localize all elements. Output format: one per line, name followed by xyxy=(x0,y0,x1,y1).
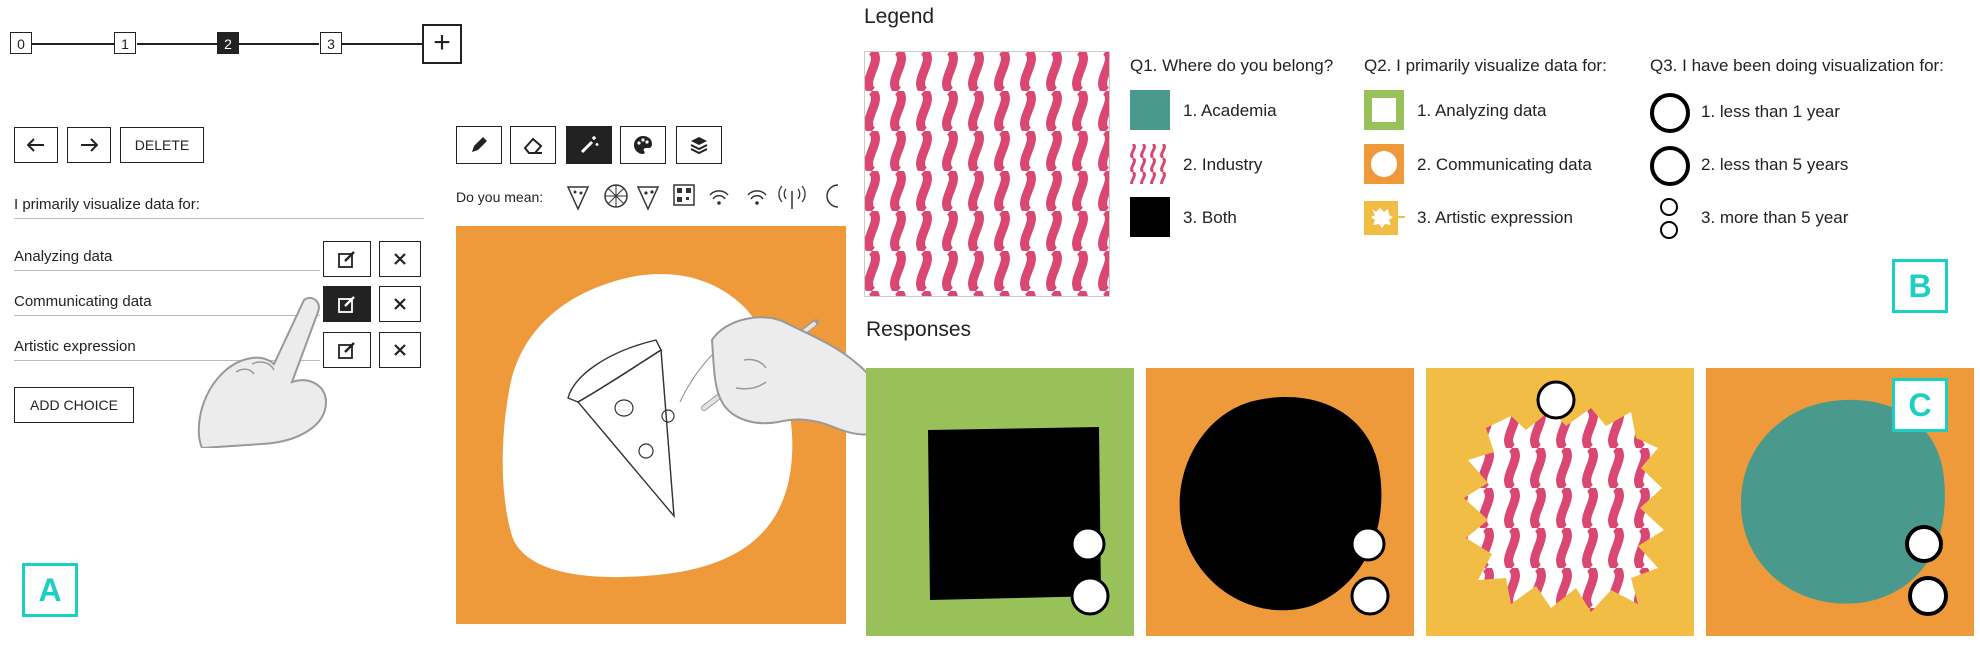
step-connector xyxy=(239,43,319,45)
step-1[interactable]: 1 xyxy=(114,32,136,54)
pizza-slice-suggestion[interactable] xyxy=(566,186,590,211)
add-choice-button[interactable]: ADD CHOICE xyxy=(14,387,134,423)
arrow-right-icon xyxy=(81,138,98,152)
step-connector xyxy=(29,43,115,45)
wifi-suggestion[interactable] xyxy=(709,190,729,205)
q1-title: Q1. Where do you belong? xyxy=(1130,56,1334,75)
academia-swatch xyxy=(1130,90,1170,130)
eraser-icon xyxy=(523,137,543,154)
remove-choice-button[interactable] xyxy=(379,332,421,368)
hand-pointer-icon xyxy=(197,296,328,448)
artistic-swatch xyxy=(1364,201,1405,235)
q2-title: Q2. I primarily visualize data for: xyxy=(1364,56,1607,75)
next-button[interactable] xyxy=(67,127,111,163)
palette-tool[interactable] xyxy=(620,126,666,164)
q3-option: 1. less than 1 year xyxy=(1701,102,1840,121)
arrow-left-icon xyxy=(27,138,44,152)
industry-swatch xyxy=(1130,144,1170,184)
magic-wand-icon xyxy=(580,136,599,154)
pizza-suggestion[interactable] xyxy=(604,184,628,208)
add-step-button[interactable]: + xyxy=(422,24,462,64)
suggestion-strip xyxy=(566,184,839,211)
q1-option: 3. Both xyxy=(1183,208,1237,227)
response-card[interactable] xyxy=(866,368,1134,636)
choice-underline xyxy=(14,270,320,271)
both-swatch xyxy=(1130,197,1170,237)
choice-label: Analyzing data xyxy=(14,248,113,265)
step-3[interactable]: 3 xyxy=(320,32,342,54)
prev-button[interactable] xyxy=(14,127,58,163)
suggest-label: Do you mean: xyxy=(456,189,544,205)
q3-option: 2. less than 5 years xyxy=(1701,155,1849,174)
edit-icon xyxy=(338,251,355,268)
antenna-suggestion[interactable] xyxy=(778,185,806,209)
q2-option: 1. Analyzing data xyxy=(1417,101,1547,120)
q1-option: 2. Industry xyxy=(1183,155,1263,174)
panel-label-a: A xyxy=(22,563,78,617)
qr-code-suggestion[interactable] xyxy=(673,184,695,206)
step-connector xyxy=(137,43,217,45)
eraser-tool[interactable] xyxy=(510,126,556,164)
q3-option: 3. more than 5 year xyxy=(1701,208,1849,227)
q2-option: 3. Artistic expression xyxy=(1417,208,1573,227)
responses-heading: Responses xyxy=(866,318,972,341)
question-underline xyxy=(14,218,424,219)
response-card[interactable] xyxy=(1146,368,1414,636)
edit-choice-button[interactable] xyxy=(323,241,371,277)
panel-label-c: C xyxy=(1892,378,1948,432)
pencil-icon xyxy=(472,137,487,152)
layers-tool[interactable] xyxy=(676,126,722,164)
remove-choice-button[interactable] xyxy=(379,286,421,322)
palette-icon xyxy=(634,136,652,154)
communicating-swatch xyxy=(1364,144,1404,184)
magic-wand-tool[interactable] xyxy=(566,126,612,164)
close-icon xyxy=(394,344,406,356)
step-connector xyxy=(341,43,422,45)
remove-choice-button[interactable] xyxy=(379,241,421,277)
double-ring-icon xyxy=(1660,198,1678,239)
layers-icon xyxy=(690,137,708,155)
wifi-suggestion[interactable] xyxy=(747,190,767,205)
q2-option: 2. Communicating data xyxy=(1417,155,1592,174)
q1-option: 1. Academia xyxy=(1183,101,1277,120)
analyzing-swatch xyxy=(1364,90,1404,130)
partial-suggestion[interactable] xyxy=(826,184,839,208)
choice-label: Communicating data xyxy=(14,293,152,310)
response-card[interactable] xyxy=(1426,368,1694,636)
legend-heading: Legend xyxy=(864,5,935,28)
panel-label-b: B xyxy=(1892,259,1948,313)
step-0[interactable]: 0 xyxy=(10,32,32,54)
close-icon xyxy=(394,253,406,265)
delete-button[interactable]: DELETE xyxy=(120,127,204,163)
choice-label: Artistic expression xyxy=(14,338,136,355)
q3-title: Q3. I have been doing visualization for: xyxy=(1650,56,1944,75)
step-2[interactable]: 2 xyxy=(217,32,239,54)
pizza-slice-suggestion[interactable] xyxy=(636,186,660,211)
close-icon xyxy=(394,298,406,310)
ring-five-years-icon xyxy=(1650,146,1690,186)
ring-one-year-icon xyxy=(1650,93,1690,133)
legend-preview xyxy=(864,51,1110,297)
pencil-tool[interactable] xyxy=(456,126,502,164)
question-text: I primarily visualize data for: xyxy=(14,196,200,213)
